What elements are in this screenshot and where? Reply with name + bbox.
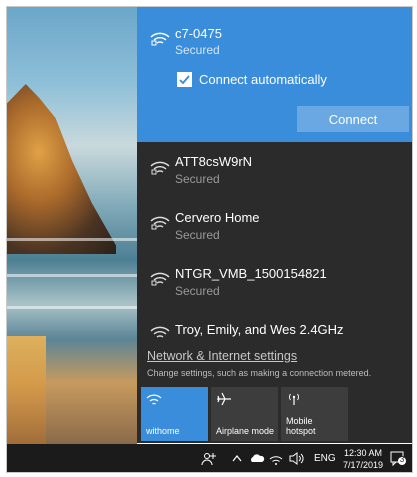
wallpaper-rock: [6, 84, 116, 254]
network-name: Cervero Home: [175, 210, 260, 225]
volume-icon[interactable]: [289, 451, 305, 466]
network-flyout: c7-0475 Secured Connect automatically Co…: [137, 6, 413, 443]
wifi-secured-icon: [150, 32, 170, 46]
wifi-secured-icon: [150, 272, 170, 286]
wifi-icon[interactable]: [269, 451, 283, 466]
desktop-wallpaper: [6, 6, 137, 444]
network-status: Secured: [175, 228, 220, 242]
network-settings-link[interactable]: Network & Internet settings: [147, 349, 297, 363]
language-indicator[interactable]: ENG: [314, 453, 336, 464]
wallpaper-sun-reflection: [6, 336, 46, 444]
network-status: Secured: [175, 172, 220, 186]
tile-label: Airplane mode: [216, 426, 275, 436]
wallpaper-wave: [6, 274, 137, 277]
wallpaper-wave: [6, 238, 137, 241]
wifi-secured-icon: [150, 161, 170, 175]
airplane-mode-tile[interactable]: Airplane mode: [211, 387, 278, 441]
wifi-secured-icon: [150, 216, 170, 230]
network-name: ATT8csW9rN: [175, 154, 253, 169]
onedrive-cloud-icon[interactable]: [249, 451, 265, 466]
people-icon[interactable]: [201, 451, 217, 466]
wifi-icon: [150, 326, 170, 338]
taskbar: ENG 12:30 AM 7/17/2019 3: [6, 444, 413, 473]
action-center-button[interactable]: 3: [390, 450, 406, 467]
tile-label-line: hotspot: [286, 426, 316, 436]
network-settings-description: Change settings, such as making a connec…: [147, 368, 372, 378]
wifi-icon: [146, 394, 162, 405]
network-name: c7-0475: [175, 26, 222, 41]
network-status: Secured: [175, 284, 220, 298]
network-name: Troy, Emily, and Wes 2.4GHz: [175, 322, 344, 337]
network-name: NTGR_VMB_1500154821: [175, 266, 327, 281]
connect-automatically-checkbox[interactable]: [177, 72, 192, 87]
selected-network[interactable]: c7-0475 Secured Connect automatically Co…: [137, 6, 413, 142]
wallpaper-wave: [6, 306, 137, 309]
airplane-icon: [217, 392, 231, 406]
mobile-hotspot-tile[interactable]: Mobile hotspot: [281, 387, 348, 441]
checkmark-icon: [179, 74, 190, 84]
wifi-toggle-tile[interactable]: withome: [141, 387, 208, 441]
tile-label: Mobile hotspot: [286, 416, 316, 436]
chevron-up-icon[interactable]: [231, 451, 243, 466]
taskbar-clock[interactable]: 12:30 AM 7/17/2019: [340, 447, 386, 471]
clock-date: 7/17/2019: [342, 460, 384, 470]
notification-count: 3: [399, 455, 405, 464]
hotspot-icon: [289, 393, 299, 405]
connect-button[interactable]: Connect: [297, 106, 409, 132]
tile-label: withome: [146, 426, 180, 436]
connect-automatically-label: Connect automatically: [199, 72, 327, 87]
clock-time: 12:30 AM: [343, 448, 383, 458]
network-status: Secured: [175, 43, 220, 57]
tile-label-line: Mobile: [286, 416, 313, 426]
